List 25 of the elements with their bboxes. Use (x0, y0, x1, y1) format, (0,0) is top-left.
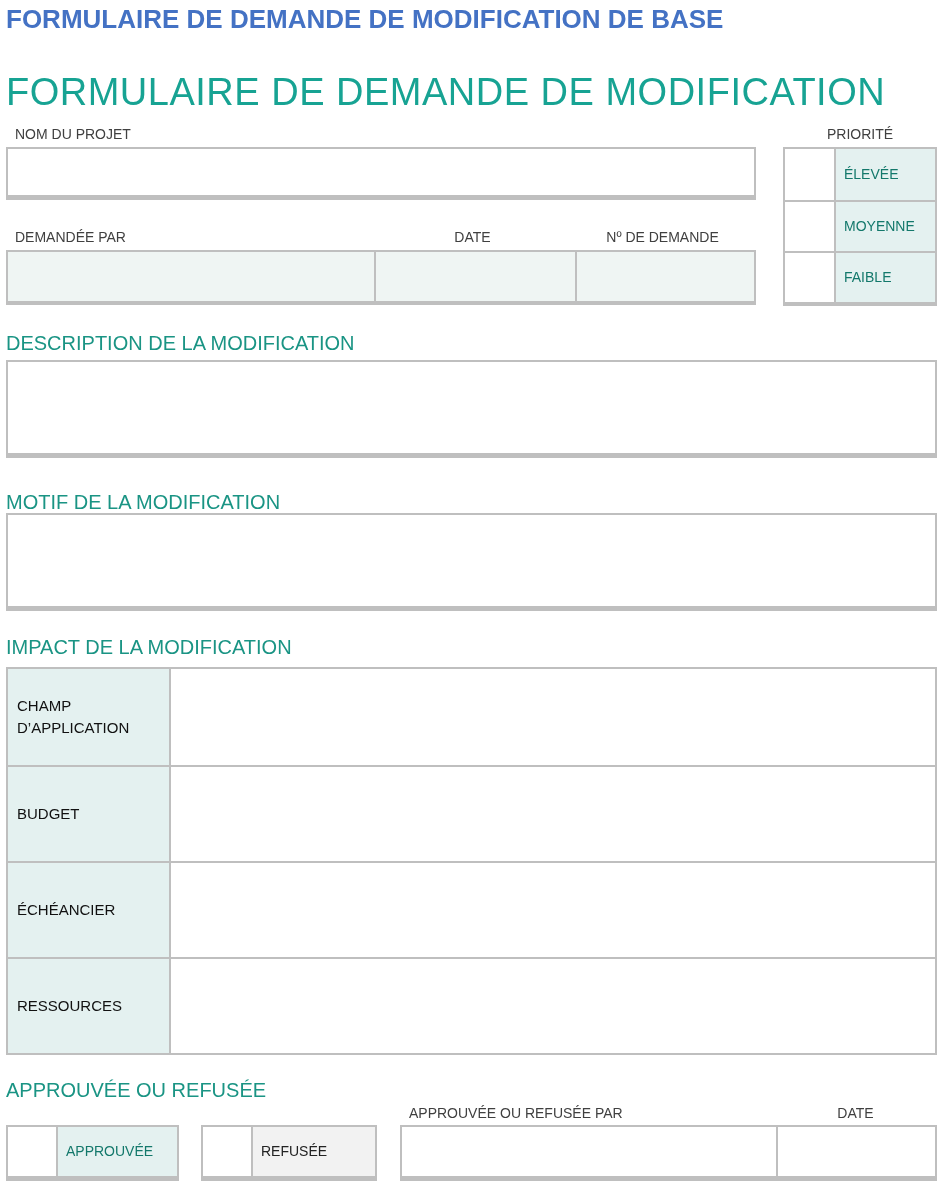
row-label: ÉCHÉANCIER (17, 900, 116, 920)
field-label: APPROUVÉE OU REFUSÉE PAR (409, 1105, 623, 1121)
row-label: BUDGET (17, 804, 80, 824)
page-title: FORMULAIRE DE DEMANDE DE MODIFICATION DE BASE (6, 3, 725, 36)
row-label: RESSOURCES (17, 996, 123, 1016)
section-heading: DESCRIPTION DE LA MODIFICATION (6, 331, 356, 356)
description-field[interactable] (6, 360, 937, 458)
row-label: CHAMP D’APPLICATION (17, 696, 130, 738)
field-label: Nº DE DEMANDE (606, 229, 719, 245)
project-name-field[interactable] (6, 147, 756, 200)
field-label: DEMANDÉE PAR (15, 229, 126, 245)
option-label: MOYENNE (836, 202, 935, 251)
option-label: REFUSÉE (253, 1127, 375, 1176)
field-label: DATE (837, 1105, 874, 1121)
form-title: FORMULAIRE DE DEMANDE DE MODIFICATION (6, 70, 887, 115)
section-heading: MOTIF DE LA MODIFICATION (6, 490, 282, 513)
section-heading: APPROUVÉE OU REFUSÉE (6, 1078, 268, 1103)
field-label: NOM DU PROJET (14, 125, 132, 144)
section-heading: IMPACT DE LA MODIFICATION (6, 635, 293, 660)
reason-field[interactable] (6, 513, 937, 611)
field-label: DATE (454, 229, 491, 245)
option-label: APPROUVÉE (58, 1127, 177, 1176)
option-label: FAIBLE (836, 253, 935, 302)
option-label: ÉLEVÉE (836, 149, 935, 200)
field-label: PRIORITÉ (825, 125, 895, 144)
